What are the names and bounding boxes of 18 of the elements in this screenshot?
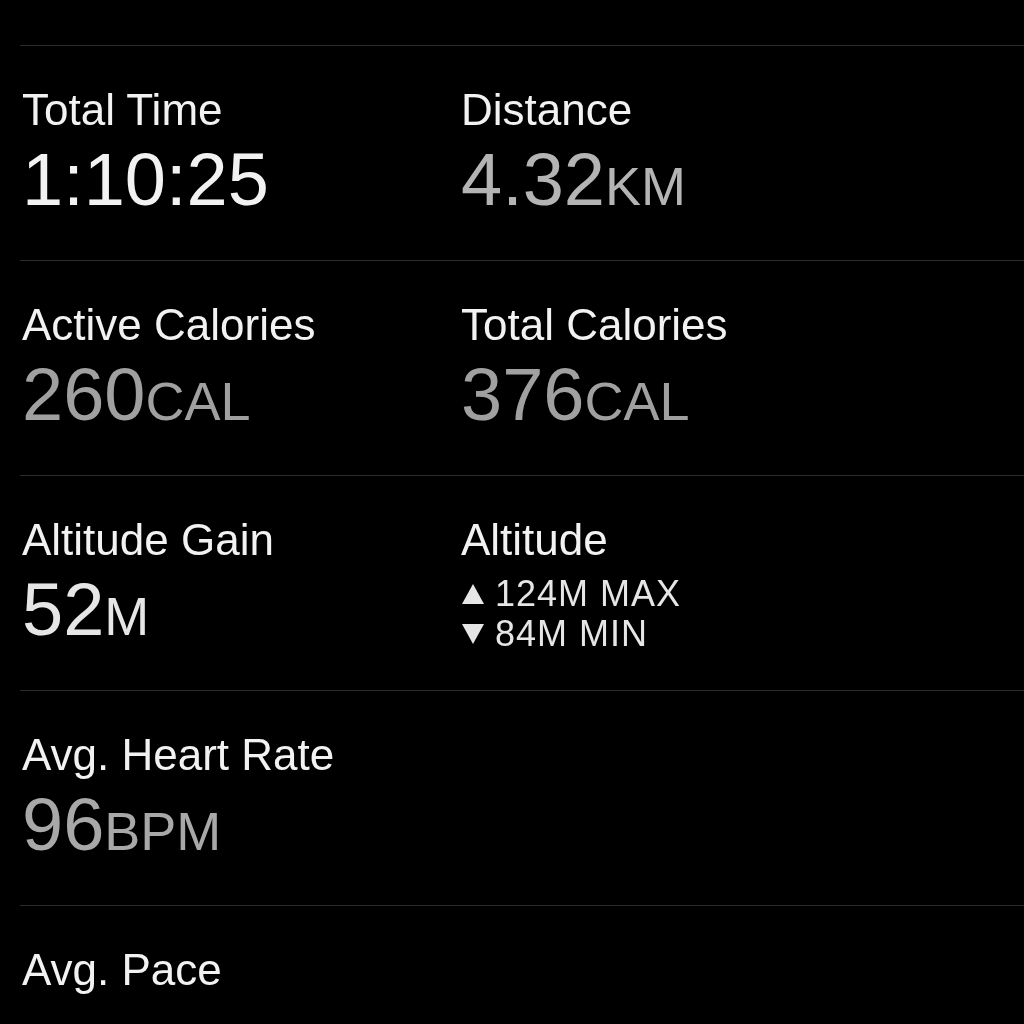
metric-label: Total Time bbox=[22, 84, 223, 136]
metric-value: 52M bbox=[22, 570, 150, 653]
metric-label: Altitude bbox=[461, 514, 608, 566]
metric-label: Total Calories bbox=[461, 299, 728, 351]
metric-label: Altitude Gain bbox=[22, 514, 274, 566]
metric-value: 4.32KM bbox=[461, 140, 687, 223]
altitude-reading: 124M MAX bbox=[495, 574, 682, 614]
metric-value: 1:10:25 bbox=[22, 140, 269, 220]
down-triangle-icon bbox=[461, 623, 485, 645]
metric-value: 260CAL bbox=[22, 355, 251, 438]
up-triangle-icon bbox=[461, 583, 485, 605]
metric-value: 376CAL bbox=[461, 355, 690, 438]
metric-label: Distance bbox=[461, 84, 633, 136]
altitude-reading: 84M MIN bbox=[495, 614, 649, 654]
metric-label: Active Calories bbox=[22, 299, 316, 351]
metric-label: Avg. Heart Rate bbox=[22, 729, 335, 781]
metric-label: Avg. Pace bbox=[22, 944, 222, 996]
metric-value: 96BPM bbox=[22, 785, 222, 868]
